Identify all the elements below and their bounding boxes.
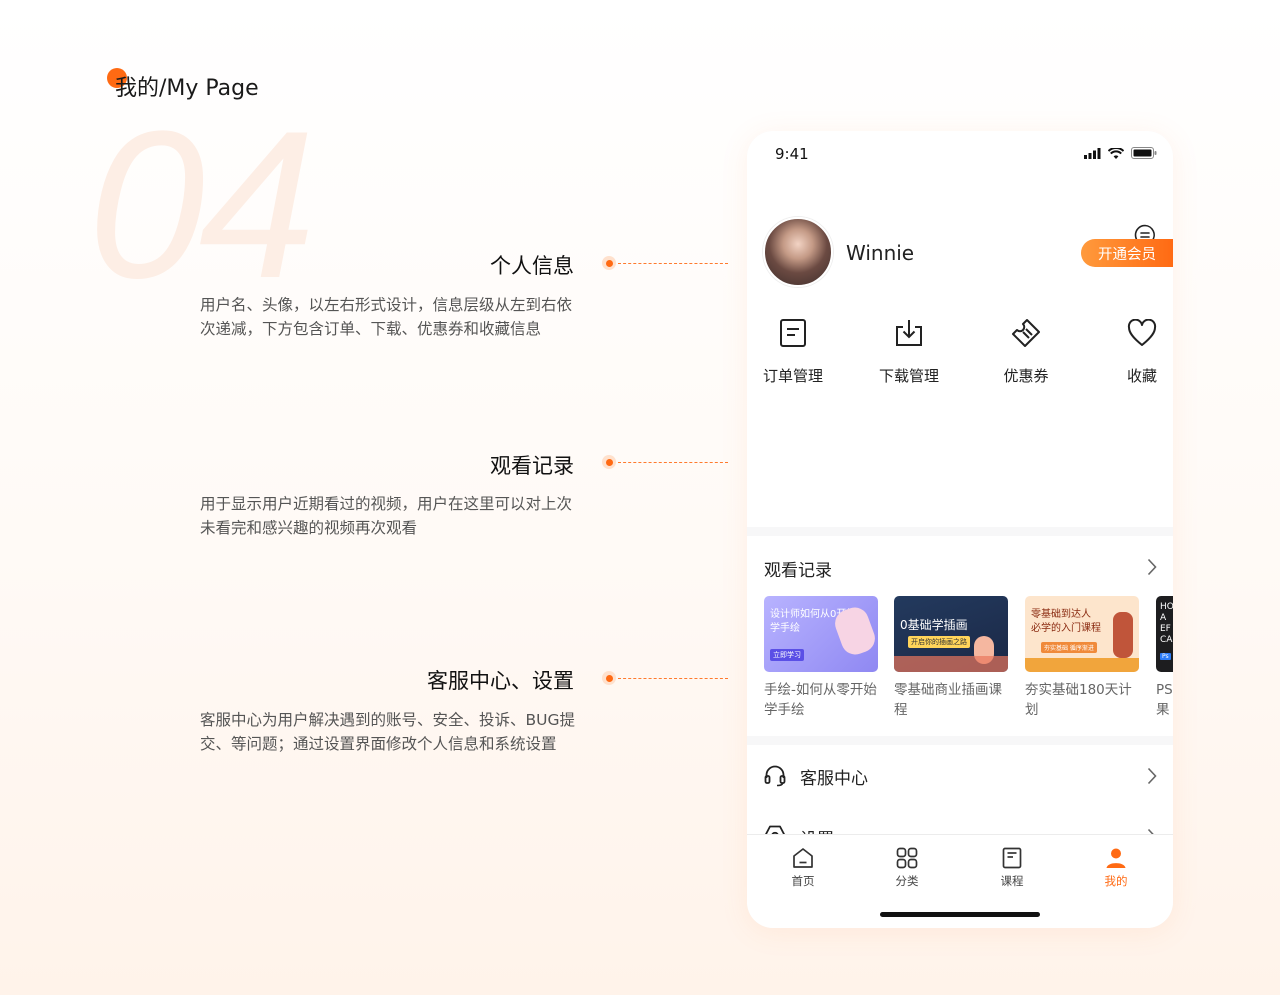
tab-courses[interactable]: 课程 — [982, 845, 1042, 889]
menu-customer-service[interactable]: 客服中心 — [747, 745, 1173, 805]
quick-action-coupons[interactable]: 优惠券 — [981, 315, 1071, 386]
thumbnail-badge: 夯实基础 循序渐进 — [1041, 642, 1097, 653]
tab-category[interactable]: 分类 — [877, 845, 937, 889]
download-icon — [896, 320, 922, 346]
annotation-description: 用户名、头像，以左右形式设计，信息层级从左到右依次递减，下方包含订单、下载、优惠… — [200, 296, 573, 338]
history-course[interactable]: 零基础到达人 必学的入门课程 夯实基础 循序渐进 夯实基础180天计划 — [1025, 596, 1139, 720]
annotation-title: 客服中心、设置 — [427, 669, 574, 693]
quick-action-label: 优惠券 — [1003, 367, 1049, 385]
tab-label: 分类 — [895, 874, 919, 888]
annotation-connector — [602, 256, 728, 270]
phone-mockup: 9:41 Winnie 开通会员 订单管理 下载管理 优惠券 收藏 观看记录 设… — [747, 131, 1173, 928]
annotation-description: 客服中心为用户解决遇到的账号、安全、投诉、BUG提交、等问题；通过设置界面修改个… — [200, 711, 575, 753]
vip-button[interactable]: 开通会员 — [1081, 239, 1173, 267]
tab-label: 首页 — [791, 874, 815, 888]
profile-card: Winnie 开通会员 订单管理 下载管理 优惠券 收藏 — [747, 177, 1173, 527]
headset-icon — [764, 765, 786, 787]
section-number-watermark: 04 — [88, 87, 316, 322]
home-icon — [793, 848, 813, 868]
annotation-title: 个人信息 — [490, 254, 574, 278]
course-thumbnail: HOW A EF CA Ps — [1156, 596, 1173, 672]
thumbnail-text: 0基础学插画 — [900, 618, 968, 632]
watch-history-card: 观看记录 设计师如何从0开始 学手绘 立即学习 手绘-如何从零开始学手绘 0基础… — [747, 536, 1173, 736]
status-time: 9:41 — [775, 145, 809, 163]
heart-icon — [1127, 319, 1157, 346]
order-icon — [780, 319, 806, 347]
illustration-decoration — [894, 656, 1008, 672]
course-thumbnail: 0基础学插画 开启你的插画之路 — [894, 596, 1008, 672]
signal-icon — [1084, 148, 1101, 159]
course-thumbnail: 设计师如何从0开始 学手绘 立即学习 — [764, 596, 878, 672]
course-title: 零基础商业插画课程 — [894, 682, 1002, 718]
history-course[interactable]: HOW A EF CA Ps PS果 — [1156, 596, 1173, 720]
thumbnail-badge: Ps — [1160, 653, 1171, 660]
battery-icon — [1131, 147, 1157, 159]
thumbnail-badge: 立即学习 — [770, 649, 804, 661]
category-icon — [896, 847, 918, 869]
tab-profile[interactable]: 我的 — [1086, 845, 1146, 889]
course-title: 手绘-如何从零开始学手绘 — [764, 682, 877, 718]
chevron-right-icon — [1147, 767, 1157, 785]
quick-action-label: 订单管理 — [762, 367, 823, 385]
wifi-icon — [1108, 148, 1124, 159]
illustration-decoration — [1113, 612, 1133, 658]
thumbnail-badge: 开启你的插画之路 — [908, 636, 970, 648]
home-indicator — [880, 912, 1040, 917]
tab-label: 课程 — [1000, 874, 1024, 888]
illustration-decoration — [1025, 658, 1139, 672]
profile-icon — [1106, 848, 1126, 868]
tab-home[interactable]: 首页 — [773, 845, 833, 889]
status-bar: 9:41 — [747, 131, 1173, 177]
course-thumbnail: 零基础到达人 必学的入门课程 夯实基础 循序渐进 — [1025, 596, 1139, 672]
course-title: 夯实基础180天计划 — [1025, 682, 1132, 718]
quick-action-label: 收藏 — [1126, 367, 1157, 385]
avatar[interactable] — [763, 217, 833, 287]
quick-action-downloads[interactable]: 下载管理 — [864, 315, 954, 386]
tab-bar: 首页 分类 课程 我的 — [747, 834, 1173, 928]
coupon-icon — [1012, 319, 1040, 347]
thumbnail-text: HOW A EF CA — [1160, 602, 1173, 645]
history-course[interactable]: 0基础学插画 开启你的插画之路 零基础商业插画课程 — [894, 596, 1008, 720]
quick-action-label: 下载管理 — [878, 367, 939, 385]
status-icons — [1084, 147, 1157, 159]
course-title: PS果 — [1156, 682, 1173, 718]
tab-label: 我的 — [1104, 874, 1128, 888]
username: Winnie — [846, 241, 915, 265]
chevron-right-icon[interactable] — [1147, 558, 1157, 576]
thumbnail-text: 零基础到达人 必学的入门课程 — [1031, 609, 1101, 634]
annotation-connector — [602, 671, 728, 685]
annotation-description: 用于显示用户近期看过的视频，用户在这里可以对上次未看完和感兴趣的视频再次观看 — [200, 495, 573, 537]
history-course[interactable]: 设计师如何从0开始 学手绘 立即学习 手绘-如何从零开始学手绘 — [764, 596, 878, 720]
annotation-connector — [602, 455, 728, 469]
quick-action-orders[interactable]: 订单管理 — [748, 315, 838, 386]
course-icon — [1002, 847, 1022, 869]
quick-action-favorites[interactable]: 收藏 — [1097, 315, 1173, 386]
annotation-title: 观看记录 — [490, 454, 574, 478]
menu-label: 客服中心 — [800, 769, 868, 789]
history-title: 观看记录 — [764, 561, 832, 581]
